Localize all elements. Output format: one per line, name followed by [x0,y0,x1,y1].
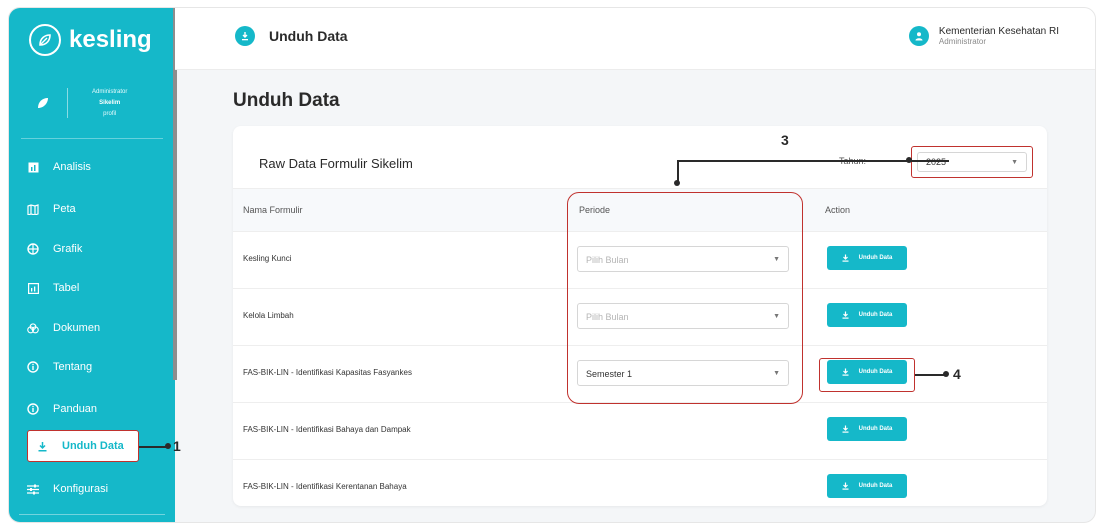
sidebar-item-konfigurasi[interactable]: Konfigurasi [27,474,108,504]
header-nama-formulir: Nama Formulir [243,205,303,215]
form-name: FAS-BIK-LIN - Identifikasi Kerentanan Ba… [243,482,407,491]
sidebar-item-label: Tabel [53,282,80,294]
document-icon [27,322,39,334]
form-name: FAS-BIK-LIN - Identifikasi Kapasitas Fas… [243,368,412,377]
sidebar-item-analisis[interactable]: Analisis [27,152,91,182]
annotation-label-1: 1 [173,438,181,454]
user-role: Administrator [938,37,987,46]
sidebar-item-dokumen[interactable]: Dokumen [27,313,100,343]
download-button[interactable]: Unduh Data [827,417,907,441]
annotation-dot [674,180,680,186]
annotation-dot [165,443,171,449]
sidebar-item-label: Grafik [53,243,83,255]
download-button[interactable]: Unduh Data [827,474,907,498]
profile-name: Sikelim [99,99,121,106]
download-icon [842,311,849,319]
download-icon [842,254,849,262]
user-name: Kementerian Kesehatan RI [938,26,1059,37]
top-bar: Unduh Data Kementerian Kesehatan RI Admi… [175,8,1095,70]
leaf-icon [29,24,61,56]
annotation-label-3: 3 [781,132,789,148]
table-icon [27,282,39,294]
sidebar-item-label: Konfigurasi [53,483,109,495]
download-icon [842,482,849,490]
download-button-highlight [819,358,915,392]
user-icon [908,26,929,46]
download-button[interactable]: Unduh Data [827,246,907,270]
profile-role: Administrator [92,88,128,95]
info-icon [27,361,39,373]
download-button-label: Unduh Data [858,255,893,261]
sidebar-item-tentang[interactable]: Tentang [27,352,92,382]
pie-icon [27,243,39,255]
period-column-highlight [567,192,803,404]
year-value: 2025 [926,157,947,167]
year-select-highlight: 2025 ▼ [911,146,1033,178]
avatar-leaf-icon [29,89,57,117]
user-menu[interactable]: Kementerian Kesehatan RI Administrator [908,26,1059,46]
download-button-label: Unduh Data [858,312,893,318]
sliders-icon [27,483,39,495]
sidebar-item-label: Analisis [53,161,91,173]
sidebar-divider [19,514,165,515]
profile-card[interactable]: Administrator Sikelim profil [19,74,165,132]
table-row: FAS-BIK-LIN - Identifikasi Kerentanan Ba… [233,460,1047,517]
header-action: Action [825,205,851,215]
form-name: Kesling Kunci [243,254,292,263]
sidebar-item-label: Dokumen [53,322,101,334]
sidebar-item-label: Unduh Data [62,440,124,452]
download-icon [36,440,48,452]
sidebar-item-unduh-data[interactable]: Unduh Data [27,430,139,462]
sidebar-item-panduan[interactable]: Panduan [27,394,97,424]
download-button-label: Unduh Data [858,426,893,432]
annotation-dot [906,157,912,163]
download-button[interactable]: Unduh Data [827,303,907,327]
logo: kesling [29,22,152,58]
sidebar-item-label: Tentang [53,361,93,373]
sidebar-item-label: Panduan [53,403,98,415]
sidebar-item-peta[interactable]: Peta [27,194,76,224]
sidebar-divider [21,138,163,139]
card-title: Raw Data Formulir Sikelim [259,156,413,171]
sidebar-item-tabel[interactable]: Tabel [27,273,79,303]
sidebar-item-grafik[interactable]: Grafik [27,234,82,264]
profile-link[interactable]: profil [103,111,116,118]
sidebar-item-label: Peta [53,203,76,215]
chevron-down-icon: ▼ [1011,159,1018,166]
topbar-title: Unduh Data [235,26,348,46]
download-icon [842,425,849,433]
form-name: Kelola Limbah [243,311,294,320]
topbar-title-text: Unduh Data [269,28,348,44]
annotation-dot [943,371,949,377]
profile-divider [67,88,68,118]
help-icon [27,403,39,415]
year-select[interactable]: 2025 ▼ [917,152,1027,172]
chart-icon [27,161,39,173]
map-icon [27,203,39,215]
page-title: Unduh Data [233,90,340,111]
download-icon [235,26,255,46]
download-button-label: Unduh Data [858,483,893,489]
app-window: kesling Administrator Sikelim profil Ana… [8,7,1096,523]
table-row: FAS-BIK-LIN - Identifikasi Bahaya dan Da… [233,403,1047,460]
logo-text: kesling [69,26,152,53]
form-name: FAS-BIK-LIN - Identifikasi Bahaya dan Da… [243,425,411,434]
download-card: Raw Data Formulir Sikelim Tahun: 2025 ▼ … [233,126,1047,506]
annotation-label-4: 4 [953,366,961,382]
